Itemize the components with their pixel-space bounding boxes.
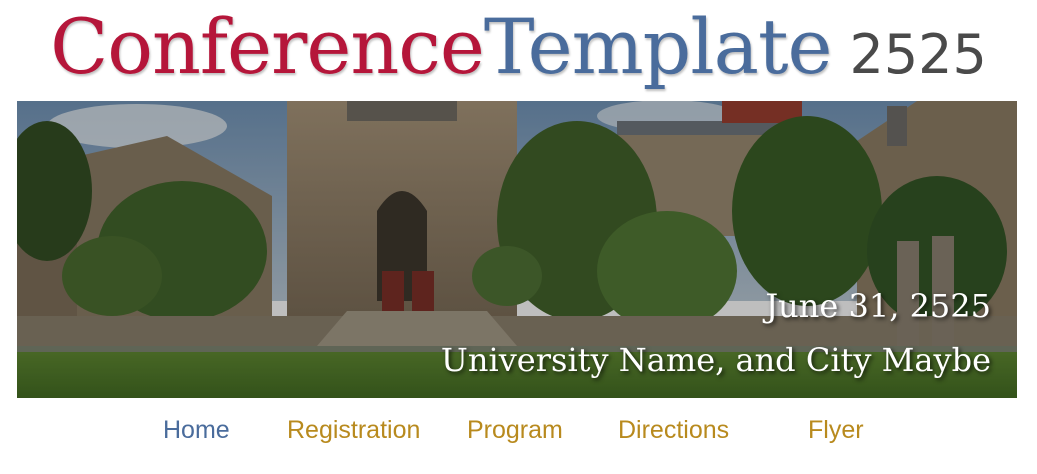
main-nav: Home Registration Program Directions Fly… xyxy=(0,408,1037,452)
nav-flyer-link[interactable]: Flyer xyxy=(808,408,864,452)
nav-program-link[interactable]: Program xyxy=(467,408,563,452)
title-conference: Conference xyxy=(50,2,485,91)
nav-home-link[interactable]: Home xyxy=(163,408,230,452)
event-location: University Name, and City Maybe xyxy=(440,341,991,379)
site-title: ConferenceTemplate 2525 xyxy=(0,0,1037,100)
hero-banner: June 31, 2525 University Name, and City … xyxy=(17,101,1017,398)
nav-registration-link[interactable]: Registration xyxy=(287,408,420,452)
title-year: 2525 xyxy=(849,23,987,86)
title-template: Template xyxy=(483,2,833,91)
event-date: June 31, 2525 xyxy=(765,287,991,325)
nav-directions-link[interactable]: Directions xyxy=(618,408,729,452)
